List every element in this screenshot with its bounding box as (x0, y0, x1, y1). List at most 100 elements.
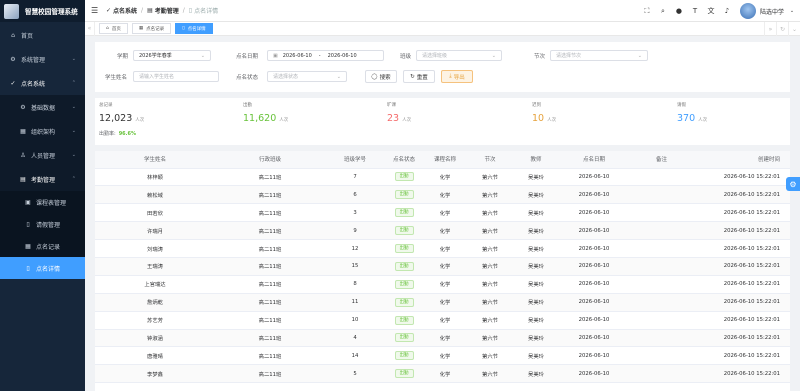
date-separator: - (318, 52, 321, 59)
col-period-cell: 第六节 (467, 275, 513, 294)
export-button[interactable]: ⤓ 导出 (441, 70, 473, 83)
username[interactable]: 陆选中学 (760, 7, 784, 16)
col-teacher-cell: 吴美玲 (513, 221, 559, 241)
settings-float-button[interactable]: ⚙ (786, 177, 800, 191)
book-icon: ▤ (20, 175, 26, 183)
table-header-row: 学生姓名 行政班级 班级学号 点名状态 课程名称 节次 教师 点名日期 备注 创建时间 (95, 151, 790, 169)
class-select[interactable]: 请选择班级 ⌄ (416, 50, 502, 61)
chevron-down-icon: ⌄ (71, 152, 76, 158)
col-date-cell: 2026-06-10 (559, 257, 629, 276)
records-table-panel: 学生姓名 行政班级 班级学号 点名状态 课程名称 节次 教师 点名日期 备注 创建时间 林梓颖 高二… (95, 151, 790, 391)
sidebar-item-label: 考勤管理 (31, 176, 56, 184)
sidebar-item-people[interactable]: ♙ 人员管理 ⌄ (0, 143, 85, 167)
sidebar-item-basic-data[interactable]: ⚙ 基础数据 ⌄ (0, 95, 85, 119)
sidebar-item-label: 点名系统 (21, 80, 46, 88)
chevron-down-icon: ⌄ (200, 52, 205, 59)
period-select[interactable]: 请选择节次 ⌄ (550, 50, 648, 61)
fullscreen-icon[interactable]: ⛶ (643, 7, 651, 15)
sidebar-item-attendance[interactable]: ▤ 考勤管理 ⌃ (0, 167, 85, 191)
breadcrumb-separator: / (182, 7, 185, 14)
table-row[interactable]: 上官瑞达 高二11班 8 出勤 化学 第六节 吴美玲 2026-06-10 2026-06-10… (95, 275, 790, 294)
table-row[interactable]: 赖松域 高二11班 6 出勤 化学 第六节 吴美玲 2026-06-10 2026-06-10 … (95, 185, 790, 205)
col-remark-cell (629, 311, 694, 330)
list-icon: ▦ (25, 242, 31, 250)
col-class-cell: 高二11班 (215, 168, 325, 187)
stat-unit: 人次 (135, 118, 145, 123)
tab-label: 点名记录 (146, 26, 165, 32)
sidebar-item-details[interactable]: ▯ 点名详情 (0, 257, 85, 279)
status-badge: 出勤 (394, 172, 414, 182)
col-period-cell: 第六节 (467, 168, 513, 187)
col-period-cell: 第六节 (467, 311, 513, 330)
chevron-down-icon[interactable]: ⌄ (788, 7, 796, 15)
tab-records[interactable]: ▦ 点名记录 (131, 23, 172, 34)
col-teacher-cell: 吴美玲 (513, 275, 559, 294)
menu-toggle-icon[interactable]: ☰ (91, 6, 98, 15)
search-button[interactable]: ◯ 搜索 (365, 70, 397, 83)
table-row[interactable]: 田若欣 高二11班 3 出勤 化学 第六节 吴美玲 2026-06-10 2026-06-10 … (95, 203, 790, 223)
table-row[interactable]: 王瑞涛 高二11班 15 出勤 化学 第六节 吴美玲 2026-06-10 2026-06-10… (95, 257, 790, 276)
stat-label: 总记录 (99, 103, 113, 108)
reset-button[interactable]: ↻ 重置 (403, 70, 435, 83)
date-range-picker[interactable]: ▣ 2026-06-10 - 2026-06-10 (267, 50, 384, 61)
language-icon[interactable]: 文 (707, 7, 715, 15)
chevron-left-icon[interactable]: « (85, 21, 95, 36)
col-class-cell: 高二11班 (215, 185, 325, 205)
status-select[interactable]: 请选择状态 ⌄ (267, 71, 347, 82)
sidebar-item-home[interactable]: ⌂ 首页 (0, 23, 85, 47)
refresh-icon[interactable]: ↻ (776, 22, 788, 36)
col-class-cell: 高二11班 (215, 364, 325, 384)
student-name-input[interactable]: 请输入学生姓名 (133, 71, 219, 82)
sidebar-item-leave[interactable]: ▯ 请假管理 (0, 213, 85, 235)
table-row[interactable]: 刘瑞涛 高二11班 12 出勤 化学 第六节 吴美玲 2026-06-10 2026-06-10… (95, 239, 790, 258)
bell-icon[interactable]: ♪ (723, 7, 731, 15)
col-date-cell: 2026-06-10 (559, 346, 629, 366)
chevron-down-icon[interactable]: ⌄ (788, 22, 800, 36)
breadcrumb-item[interactable]: 点名系统 (113, 6, 137, 15)
col-class-cell: 高二11班 (215, 239, 325, 258)
col-period-cell: 第六节 (467, 293, 513, 312)
table-row[interactable]: 许瑞月 高二11班 9 出勤 化学 第六节 吴美玲 2026-06-10 2026-06-10 … (95, 221, 790, 241)
table-row[interactable]: 苏艺芳 高二11班 10 出勤 化学 第六节 吴美玲 2026-06-10 2026-06-10… (95, 311, 790, 330)
col-student-name-cell: 赖松域 (95, 185, 215, 205)
table-row[interactable]: 林梓颖 高二11班 7 出勤 化学 第六节 吴美玲 2026-06-10 2026-06-10 … (95, 168, 790, 187)
col-status-cell: 出勤 (385, 257, 423, 276)
col-period-cell: 第六节 (467, 221, 513, 241)
table-row[interactable]: 李梦鑫 高二11班 5 出勤 化学 第六节 吴美玲 2026-06-10 2026-06-10 … (95, 364, 790, 384)
sidebar-item-schedule[interactable]: ▣ 课程表管理 (0, 191, 85, 213)
document-icon: ▯ (26, 264, 30, 272)
search-icon[interactable]: ⌕ (659, 7, 667, 15)
sidebar-item-org[interactable]: ▦ 组织架构 ⌄ (0, 119, 85, 143)
col-date-cell: 2026-06-10 (559, 329, 629, 348)
home-icon: ⌂ (11, 31, 15, 39)
student-name-label: 学生姓名 (105, 75, 128, 81)
tab-home[interactable]: ⌂ 首页 (99, 23, 128, 34)
status-placeholder: 请选择状态 (273, 74, 299, 80)
stats-panel: 总记录 12,023 人次 出勤 11,620 人次 旷课 23 人次 迟到 10 人次… (95, 98, 790, 145)
sidebar-item-system[interactable]: ⚙ 系统管理 ⌄ (0, 47, 85, 71)
col-teacher-cell: 吴美玲 (513, 311, 559, 330)
tab-label: 首页 (111, 26, 121, 32)
calendar-icon: ▣ (25, 198, 31, 206)
reset-button-label: 重置 (416, 74, 428, 81)
col-teacher-cell: 吴美玲 (513, 203, 559, 223)
table-row[interactable]: 詹炳乾 高二11班 11 出勤 化学 第六节 吴美玲 2026-06-10 2026-06-10… (95, 293, 790, 312)
tab-details[interactable]: ▯ 点名详情 (175, 23, 213, 34)
col-created-at-cell: 2026-06-10 15:22:01 (694, 311, 790, 330)
document-icon: ▯ (182, 26, 185, 31)
font-size-icon[interactable]: T (691, 7, 699, 15)
col-status-cell: 出勤 (385, 346, 423, 366)
chevron-right-icon[interactable]: » (764, 22, 776, 36)
table-row[interactable]: 唐雅晴 高二11班 14 出勤 化学 第六节 吴美玲 2026-06-10 2026-06-10… (95, 346, 790, 366)
col-date-cell: 2026-06-10 (559, 311, 629, 330)
col-course-header: 课程名称 (423, 151, 467, 169)
sidebar-item-rollcall[interactable]: ✓ 点名系统 ⌃ (0, 71, 85, 95)
semester-select[interactable]: 2026学年春季 ⌄ (133, 50, 211, 61)
breadcrumb-item[interactable]: 考勤管理 (155, 6, 179, 15)
table-body: 林梓颖 高二11班 7 出勤 化学 第六节 吴美玲 2026-06-10 2026-06-10 … (95, 168, 790, 384)
table-row[interactable]: 钟淑涵 高二11班 4 出勤 化学 第六节 吴美玲 2026-06-10 2026-06-10 … (95, 329, 790, 348)
sidebar-item-records[interactable]: ▦ 点名记录 (0, 235, 85, 257)
avatar[interactable] (739, 3, 756, 19)
stat-leave: 请假 370 人次 (677, 102, 707, 124)
help-icon[interactable]: ● (675, 7, 683, 15)
